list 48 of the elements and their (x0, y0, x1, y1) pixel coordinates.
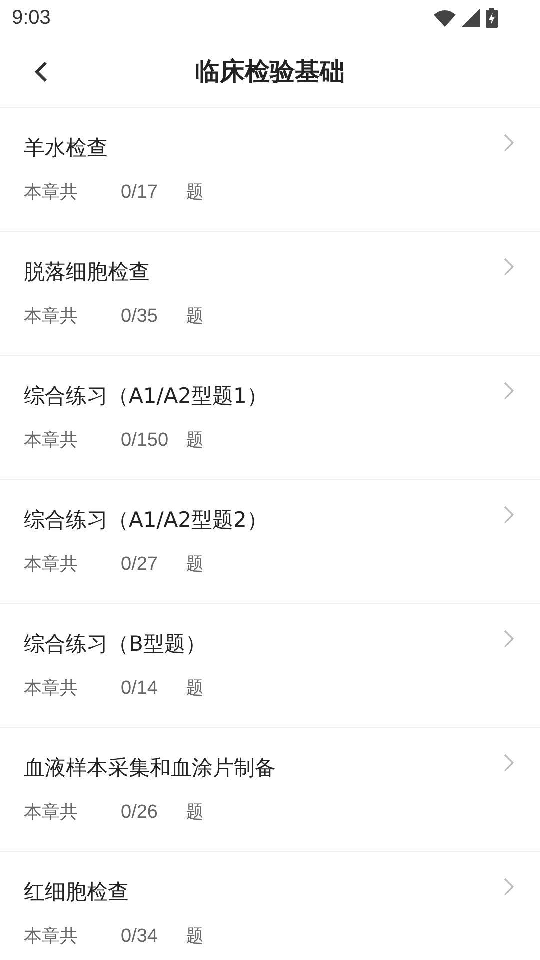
chapter-title: 脱落细胞检查 (24, 260, 150, 284)
chapter-label: 本章共 (24, 678, 79, 700)
question-count: 0/14 (121, 678, 159, 700)
chapter-title: 血液样本采集和血涂片制备 (24, 756, 276, 780)
chevron-icon (504, 134, 514, 152)
chapter-label: 本章共 (24, 554, 79, 576)
question-unit: 题 (186, 430, 204, 452)
chevron-icon (504, 258, 514, 276)
chapter-label: 本章共 (24, 926, 79, 948)
question-unit: 题 (186, 678, 204, 700)
question-unit: 题 (186, 926, 204, 948)
question-count: 0/27 (121, 554, 159, 576)
chapter-title: 红细胞检查 (24, 880, 129, 904)
battery-icon (486, 8, 498, 28)
chapter-label: 本章共 (24, 306, 79, 328)
chevron-icon (504, 382, 514, 400)
chapter-item[interactable]: 羊水检查 本章共 0/17 题 (0, 108, 540, 232)
chapter-item[interactable]: 综合练习（B型题） 本章共 0/14 题 (0, 604, 540, 728)
chapter-item[interactable]: 红细胞检查 本章共 0/34 题 (0, 852, 540, 960)
question-unit: 题 (186, 182, 204, 204)
chapter-title: 综合练习（A1/A2型题1） (24, 384, 268, 408)
chapter-item[interactable]: 脱落细胞检查 本章共 0/35 题 (0, 232, 540, 356)
chapter-item[interactable]: 综合练习（A1/A2型题2） 本章共 0/27 题 (0, 480, 540, 604)
question-count: 0/17 (121, 182, 159, 204)
chapter-item[interactable]: 血液样本采集和血涂片制备 本章共 0/26 题 (0, 728, 540, 852)
question-count: 0/26 (121, 802, 159, 824)
question-count: 0/34 (121, 926, 159, 948)
back-icon[interactable] (34, 61, 48, 83)
question-unit: 题 (186, 306, 204, 328)
chapter-title: 羊水检查 (24, 136, 108, 160)
chapter-label: 本章共 (24, 802, 79, 824)
chapter-title: 综合练习（A1/A2型题2） (24, 508, 268, 532)
chevron-icon (504, 878, 514, 896)
chevron-icon (504, 754, 514, 772)
question-count: 0/150 (121, 430, 170, 452)
question-unit: 题 (186, 802, 204, 824)
signal-icon (462, 9, 480, 27)
chevron-icon (504, 506, 514, 524)
wifi-icon (434, 10, 456, 26)
status-time: 9:03 (12, 6, 51, 30)
chapter-label: 本章共 (24, 430, 79, 452)
question-count: 0/35 (121, 306, 159, 328)
page-title: 临床检验基础 (195, 56, 345, 88)
chapter-title: 综合练习（B型题） (24, 632, 206, 656)
chevron-icon (504, 630, 514, 648)
chapter-item[interactable]: 综合练习（A1/A2型题1） 本章共 0/150 题 (0, 356, 540, 480)
chapter-label: 本章共 (24, 182, 79, 204)
question-unit: 题 (186, 554, 204, 576)
